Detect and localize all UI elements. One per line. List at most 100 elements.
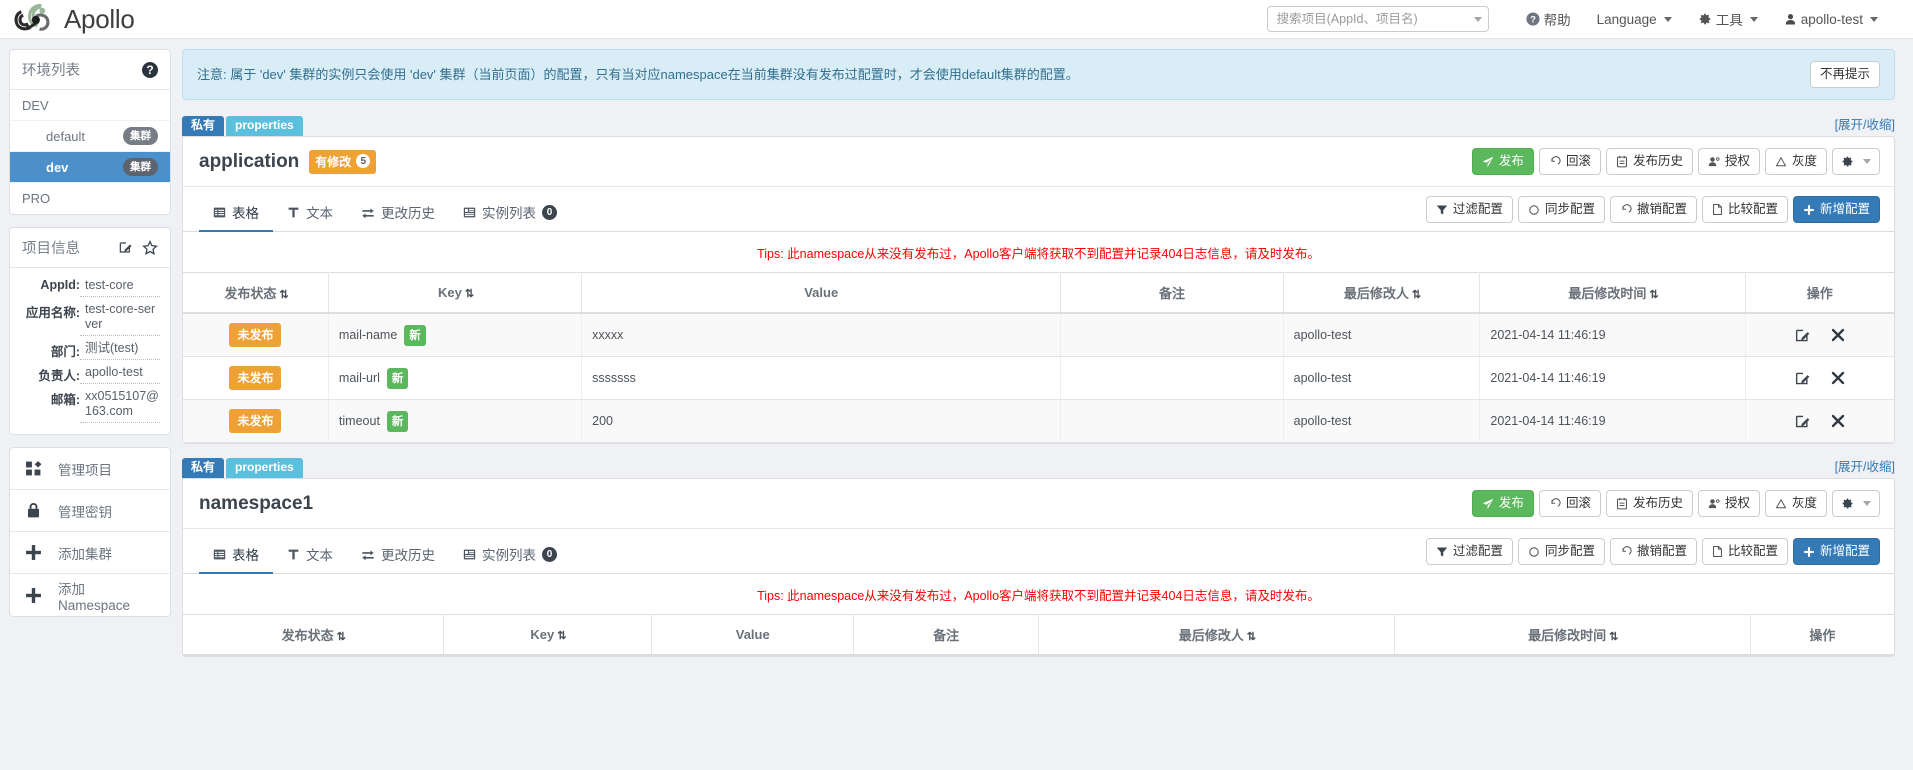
table-row[interactable]: 未发布 timeout 新 200 apollo-test 2021-04-14 … [183,399,1894,443]
tab-text[interactable]: 文本 [273,195,347,232]
add-config-button[interactable]: 新增配置 [1792,538,1880,565]
col-modifier[interactable]: 最后修改人 ⇅ [1038,614,1395,656]
col-key[interactable]: Key ⇅ [443,614,653,656]
favorite-star-icon[interactable] [142,239,158,256]
sidebar-item-add-namespace[interactable]: 添加Namespace [10,574,170,616]
sort-icon: ⇅ [1609,631,1618,643]
edit-icon[interactable] [118,240,133,255]
filter-config-button[interactable]: 过滤配置 [1425,196,1513,223]
sync-config-button[interactable]: 同步配置 [1517,196,1605,223]
rollback-icon [1549,497,1561,510]
expand-collapse-link[interactable]: [展开/收缩] [1835,456,1895,478]
authorize-button[interactable]: 授权 [1697,148,1760,175]
col-label: 发布状态 [224,286,277,301]
compare-config-button[interactable]: 比较配置 [1701,196,1788,223]
expand-collapse-link[interactable]: [展开/收缩] [1835,114,1895,136]
col-key[interactable]: Key ⇅ [328,272,583,314]
namespace-tag-row: 私有 properties [展开/收缩] [182,456,1895,478]
publish-label: 发布 [1498,154,1524,169]
menu-label: 添加集群 [58,546,112,562]
nav-help[interactable]: ? 帮助 [1513,9,1584,29]
brand-name: Apollo [64,3,135,34]
search-input[interactable] [1276,12,1470,26]
cluster-badge: 集群 [123,127,158,145]
col-publish-state[interactable]: 发布状态 ⇅ [183,272,329,314]
tab-change-history[interactable]: 更改历史 [347,537,449,574]
search-project-box[interactable] [1266,6,1489,32]
publish-history-button[interactable]: 发布历史 [1605,490,1693,517]
authorize-button[interactable]: 授权 [1697,490,1760,517]
sidebar-cluster-default[interactable]: default 集群 [10,121,170,152]
tab-change-history[interactable]: 更改历史 [347,195,449,232]
publish-history-button[interactable]: 发布历史 [1605,148,1693,175]
filter-config-label: 过滤配置 [1452,544,1503,559]
revoke-config-button[interactable]: 撤销配置 [1609,196,1697,223]
tab-instance-list[interactable]: 实例列表 0 [449,195,571,232]
cell-value: xxxxx [581,313,1062,357]
change-history-icon [361,206,375,219]
tab-label: 表格 [232,206,259,221]
cell-key: mail-name 新 [328,313,583,357]
namespace-tips-text: Tips: 此namespace从来没有发布过，Apollo客户端将获取不到配置… [757,589,1320,603]
col-modifier[interactable]: 最后修改人 ⇅ [1283,272,1481,314]
sidebar-item-add-cluster[interactable]: 添加集群 [10,532,170,574]
col-comment: 备注 [1060,272,1284,314]
publish-button[interactable]: 发布 [1471,490,1534,517]
col-modified-time[interactable]: 最后修改时间 ⇅ [1479,272,1746,314]
tab-instance-list[interactable]: 实例列表 0 [449,537,571,574]
info-value: test-core-server [80,299,160,336]
add-config-label: 新增配置 [1819,544,1870,559]
edit-icon[interactable] [1794,413,1811,430]
menu-label: 添加Namespace [58,581,131,613]
info-row-owner: 负责人: apollo-test [14,362,160,384]
chevron-down-icon[interactable] [1473,16,1482,22]
gray-release-button[interactable]: 灰度 [1764,490,1827,517]
help-icon[interactable]: ? [142,61,158,78]
sidebar-cluster-dev[interactable]: dev 集群 [10,152,170,183]
add-config-label: 新增配置 [1819,202,1870,217]
cell-modifier: apollo-test [1283,399,1481,443]
info-label: 邮箱: [50,393,80,407]
gray-release-button[interactable]: 灰度 [1764,148,1827,175]
sort-icon: ⇅ [336,631,346,643]
filter-config-button[interactable]: 过滤配置 [1425,538,1513,565]
brand-logo-link[interactable]: Apollo [14,3,135,35]
sidebar-env-pro[interactable]: PRO [10,183,170,214]
edit-icon[interactable] [1794,370,1811,387]
add-config-button[interactable]: 新增配置 [1792,196,1880,223]
namespace-settings-button[interactable] [1832,490,1880,517]
tab-text[interactable]: 文本 [273,537,347,574]
tab-table[interactable]: 表格 [199,537,273,574]
rollback-button[interactable]: 回滚 [1538,490,1601,517]
compare-config-button[interactable]: 比较配置 [1701,538,1788,565]
send-icon [1482,156,1494,168]
table-row[interactable]: 未发布 mail-name 新 xxxxx apollo-test 2021-04… [183,313,1894,357]
config-table-body: 未发布 mail-name 新 xxxxx apollo-test 2021-04… [183,313,1894,443]
sidebar-item-manage-key[interactable]: 管理密钥 [10,490,170,532]
nav-user-menu[interactable]: apollo-test [1771,12,1891,27]
grid-icon [24,460,42,477]
delete-icon[interactable] [1830,327,1846,343]
tab-table[interactable]: 表格 [199,195,273,232]
edit-icon[interactable] [1794,327,1811,344]
delete-icon[interactable] [1830,370,1846,386]
rollback-button[interactable]: 回滚 [1538,148,1601,175]
publish-button[interactable]: 发布 [1471,148,1534,175]
col-modified-time[interactable]: 最后修改时间 ⇅ [1394,614,1751,656]
dismiss-notice-button[interactable]: 不再提示 [1809,61,1880,88]
col-publish-state[interactable]: 发布状态 ⇅ [183,614,444,656]
sync-config-button[interactable]: 同步配置 [1517,538,1605,565]
modified-badge-label: 有修改 [315,154,352,169]
cell-operations [1745,399,1894,443]
sidebar-item-manage-project[interactable]: 管理项目 [10,448,170,490]
cell-modified-time: 2021-04-14 11:46:19 [1479,313,1746,357]
delete-icon[interactable] [1830,413,1846,429]
revoke-config-button[interactable]: 撤销配置 [1609,538,1697,565]
namespace-settings-button[interactable] [1832,148,1880,175]
instance-count-badge: 0 [542,204,557,220]
sidebar-env-dev[interactable]: DEV [10,90,170,121]
table-row[interactable]: 未发布 mail-url 新 sssssss apollo-test 2021-0… [183,356,1894,400]
nav-tools[interactable]: 工具 [1685,9,1771,29]
authorize-label: 授权 [1724,154,1750,169]
nav-language[interactable]: Language [1584,12,1685,27]
